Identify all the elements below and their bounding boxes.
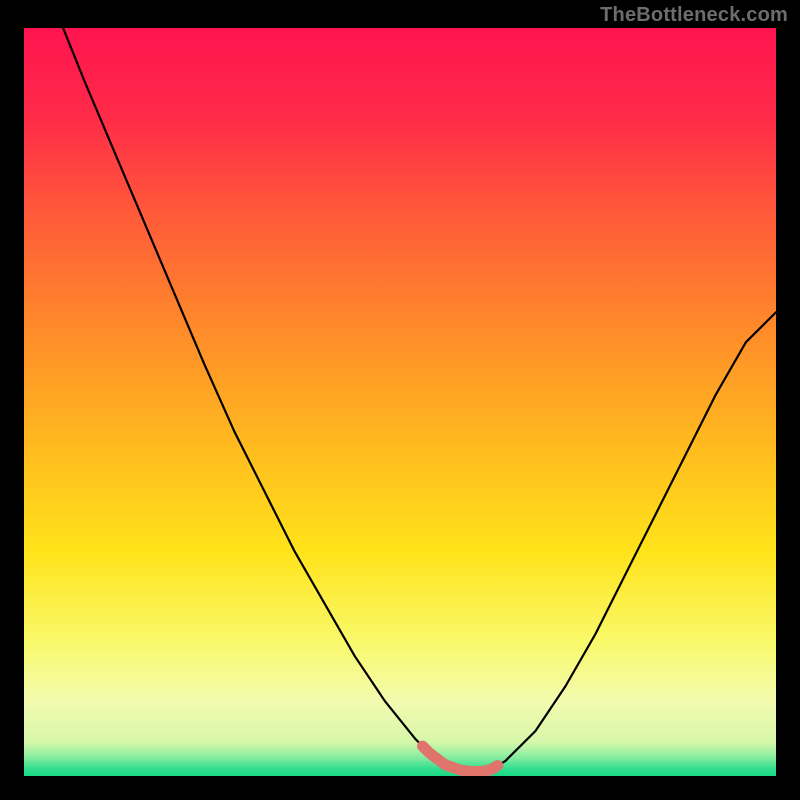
chart-stage: TheBottleneck.com xyxy=(0,0,800,800)
gradient-fill xyxy=(24,28,776,776)
plot-area xyxy=(24,28,776,776)
site-watermark: TheBottleneck.com xyxy=(600,4,788,27)
chart-svg xyxy=(24,28,776,776)
